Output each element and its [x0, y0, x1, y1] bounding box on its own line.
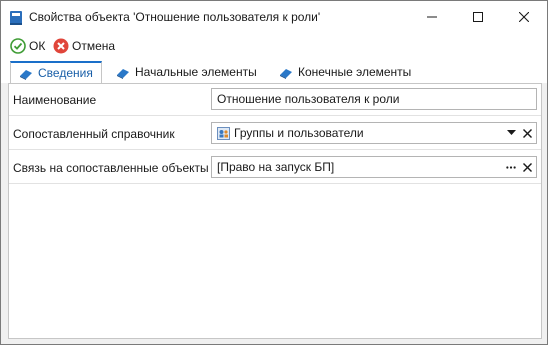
field-row-link: Связь на сопоставленные объекты [Право н… — [9, 152, 541, 182]
details-panel: Наименование Отношение пользователя к ро… — [8, 83, 542, 339]
x-circle-icon — [53, 38, 69, 54]
ellipsis-button[interactable] — [506, 162, 516, 172]
clear-icon — [522, 162, 532, 172]
clear-directory-button[interactable] — [522, 128, 532, 138]
field-row-directory: Сопоставленный справочник Группы и польз… — [9, 118, 541, 148]
divider — [9, 149, 541, 150]
chevron-down-icon — [506, 130, 516, 135]
minimize-button[interactable] — [409, 1, 455, 33]
divider — [9, 183, 541, 184]
clear-icon — [522, 128, 532, 138]
divider — [9, 115, 541, 116]
directory-value: Группы и пользователи — [234, 126, 364, 140]
tab-details-label: Сведения — [38, 66, 93, 80]
properties-window: Свойства объекта 'Отношение пользователя… — [0, 0, 548, 345]
tab-start-elements[interactable]: Начальные элементы — [108, 61, 265, 83]
ellipsis-icon — [506, 165, 516, 169]
dropdown-button[interactable] — [506, 128, 516, 138]
book-icon — [10, 11, 22, 25]
maximize-button[interactable] — [455, 1, 501, 33]
cancel-button[interactable]: Отмена — [53, 37, 115, 55]
name-value: Отношение пользователя к роли — [217, 92, 400, 106]
name-input[interactable]: Отношение пользователя к роли — [211, 88, 537, 110]
name-label: Наименование — [13, 93, 97, 107]
tab-strip: Сведения Начальные элементы Конечные эле… — [1, 59, 547, 83]
link-label: Связь на сопоставленные объекты — [13, 161, 209, 175]
book-icon — [117, 68, 129, 79]
maximize-icon — [473, 12, 483, 22]
tab-end-elements[interactable]: Конечные элементы — [271, 61, 419, 83]
directory-label: Сопоставленный справочник — [13, 127, 175, 141]
tab-end-elements-label: Конечные элементы — [298, 65, 412, 79]
book-icon — [280, 68, 292, 79]
tab-details[interactable]: Сведения — [10, 61, 102, 83]
ok-label: ОК — [29, 39, 46, 53]
toolbar: ОК Отмена — [1, 33, 547, 59]
tab-start-elements-label: Начальные элементы — [135, 65, 257, 79]
ok-button[interactable]: ОК — [10, 37, 45, 55]
minimize-icon — [427, 16, 437, 18]
cancel-label: Отмена — [72, 39, 116, 53]
close-button[interactable] — [501, 1, 547, 33]
directory-icon — [217, 126, 230, 140]
window-title: Свойства объекта 'Отношение пользователя… — [29, 10, 321, 24]
check-circle-icon — [10, 38, 26, 54]
field-row-name: Наименование Отношение пользователя к ро… — [9, 84, 541, 114]
book-icon — [20, 69, 32, 80]
link-value: [Право на запуск БП] — [217, 160, 335, 174]
clear-link-button[interactable] — [522, 162, 532, 172]
title-bar: Свойства объекта 'Отношение пользователя… — [1, 1, 547, 33]
link-input[interactable]: [Право на запуск БП] — [211, 156, 537, 178]
close-icon — [519, 12, 529, 22]
directory-select[interactable]: Группы и пользователи — [211, 122, 537, 144]
